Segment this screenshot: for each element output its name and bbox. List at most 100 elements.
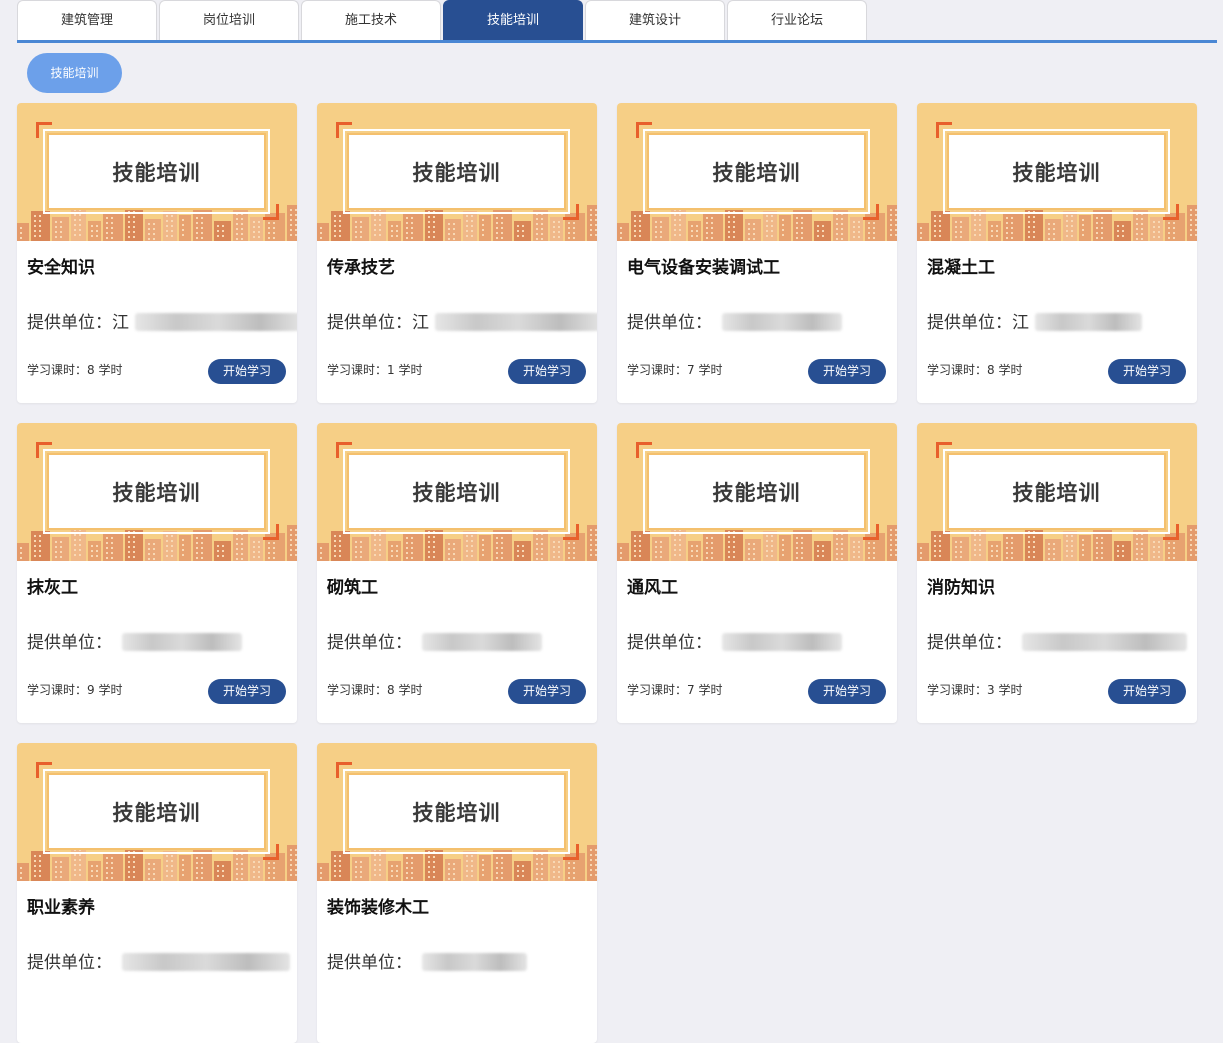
corner-decoration bbox=[263, 524, 279, 540]
course-card[interactable]: 技能培训 混凝土工 提供单位：江 学习课时：8 学时 开始学习 bbox=[917, 103, 1197, 403]
course-hours: 学习课时：7 学时 bbox=[627, 363, 723, 377]
course-title[interactable]: 消防知识 bbox=[927, 573, 995, 598]
banner-label-box: 技能培训 bbox=[947, 133, 1166, 210]
course-banner: 技能培训 bbox=[917, 103, 1197, 241]
redacted-provider-name bbox=[722, 633, 842, 651]
course-title[interactable]: 通风工 bbox=[627, 573, 678, 598]
course-card[interactable]: 技能培训 消防知识 提供单位： 学习课时：3 学时 开始学习 bbox=[917, 423, 1197, 723]
corner-decoration bbox=[336, 122, 352, 138]
redacted-provider-name bbox=[1022, 633, 1187, 651]
redacted-provider-name bbox=[422, 953, 527, 971]
banner-text: 技能培训 bbox=[112, 160, 201, 185]
corner-decoration bbox=[863, 524, 879, 540]
start-learning-button[interactable]: 开始学习 bbox=[208, 679, 286, 704]
tab-building-management[interactable]: 建筑管理 bbox=[17, 0, 157, 40]
course-banner: 技能培训 bbox=[317, 103, 597, 241]
tab-architecture-design[interactable]: 建筑设计 bbox=[585, 0, 725, 40]
banner-text: 技能培训 bbox=[1012, 160, 1101, 185]
course-card[interactable]: 技能培训 传承技艺 提供单位：江 学习课时：1 学时 开始学习 bbox=[317, 103, 597, 403]
course-banner: 技能培训 bbox=[917, 423, 1197, 561]
corner-decoration bbox=[936, 442, 952, 458]
course-hours: 学习课时：9 学时 bbox=[27, 683, 123, 697]
redacted-provider-name bbox=[422, 633, 542, 651]
tab-construction-tech[interactable]: 施工技术 bbox=[301, 0, 441, 40]
start-learning-button[interactable]: 开始学习 bbox=[1108, 679, 1186, 704]
course-hours: 学习课时：1 学时 bbox=[327, 363, 423, 377]
redacted-provider-name bbox=[722, 313, 842, 331]
banner-label-box: 技能培训 bbox=[347, 453, 566, 530]
course-title[interactable]: 砌筑工 bbox=[327, 573, 378, 598]
start-learning-button[interactable]: 开始学习 bbox=[508, 359, 586, 384]
course-hours: 学习课时：8 学时 bbox=[27, 363, 123, 377]
course-title[interactable]: 抹灰工 bbox=[27, 573, 78, 598]
course-card[interactable]: 技能培训 电气设备安装调试工 提供单位： 学习课时：7 学时 开始学习 bbox=[617, 103, 897, 403]
banner-label-box: 技能培训 bbox=[647, 133, 866, 210]
corner-decoration bbox=[1163, 524, 1179, 540]
banner-label-box: 技能培训 bbox=[947, 453, 1166, 530]
banner-text: 技能培训 bbox=[112, 480, 201, 505]
redacted-provider-name bbox=[435, 313, 597, 331]
course-hours: 学习课时：3 学时 bbox=[927, 683, 1023, 697]
corner-decoration bbox=[863, 204, 879, 220]
course-banner: 技能培训 bbox=[617, 423, 897, 561]
course-card[interactable]: 技能培训 职业素养 提供单位： bbox=[17, 743, 297, 1043]
corner-decoration bbox=[36, 442, 52, 458]
banner-label-box: 技能培训 bbox=[47, 133, 266, 210]
banner-label-box: 技能培训 bbox=[347, 773, 566, 850]
corner-decoration bbox=[36, 122, 52, 138]
course-title[interactable]: 混凝土工 bbox=[927, 253, 995, 278]
banner-label-box: 技能培训 bbox=[647, 453, 866, 530]
corner-decoration bbox=[636, 442, 652, 458]
banner-text: 技能培训 bbox=[712, 480, 801, 505]
category-tabs: 建筑管理 岗位培训 施工技术 技能培训 建筑设计 行业论坛 bbox=[17, 0, 1217, 43]
banner-label-box: 技能培训 bbox=[347, 133, 566, 210]
corner-decoration bbox=[563, 844, 579, 860]
course-banner: 技能培训 bbox=[17, 423, 297, 561]
course-title[interactable]: 传承技艺 bbox=[327, 253, 395, 278]
course-card[interactable]: 技能培训 砌筑工 提供单位： 学习课时：8 学时 开始学习 bbox=[317, 423, 597, 723]
corner-decoration bbox=[36, 762, 52, 778]
corner-decoration bbox=[263, 204, 279, 220]
course-card[interactable]: 技能培训 通风工 提供单位： 学习课时：7 学时 开始学习 bbox=[617, 423, 897, 723]
banner-text: 技能培训 bbox=[412, 160, 501, 185]
course-card[interactable]: 技能培训 安全知识 提供单位：江 学习课时：8 学时 开始学习 bbox=[17, 103, 297, 403]
start-learning-button[interactable]: 开始学习 bbox=[1108, 359, 1186, 384]
tab-industry-forum[interactable]: 行业论坛 bbox=[727, 0, 867, 40]
course-hours: 学习课时：8 学时 bbox=[327, 683, 423, 697]
tab-job-training[interactable]: 岗位培训 bbox=[159, 0, 299, 40]
course-banner: 技能培训 bbox=[17, 743, 297, 881]
banner-text: 技能培训 bbox=[412, 800, 501, 825]
tab-skill-training[interactable]: 技能培训 bbox=[443, 0, 583, 40]
corner-decoration bbox=[336, 442, 352, 458]
course-card[interactable]: 技能培训 抹灰工 提供单位： 学习课时：9 学时 开始学习 bbox=[17, 423, 297, 723]
course-title[interactable]: 电气设备安装调试工 bbox=[627, 253, 780, 278]
banner-text: 技能培训 bbox=[712, 160, 801, 185]
start-learning-button[interactable]: 开始学习 bbox=[208, 359, 286, 384]
start-learning-button[interactable]: 开始学习 bbox=[808, 359, 886, 384]
corner-decoration bbox=[336, 762, 352, 778]
redacted-provider-name bbox=[122, 633, 242, 651]
course-card[interactable]: 技能培训 装饰装修木工 提供单位： bbox=[317, 743, 597, 1043]
banner-label-box: 技能培训 bbox=[47, 453, 266, 530]
course-banner: 技能培训 bbox=[617, 103, 897, 241]
redacted-provider-name bbox=[122, 953, 290, 971]
banner-label-box: 技能培训 bbox=[47, 773, 266, 850]
banner-text: 技能培训 bbox=[1012, 480, 1101, 505]
corner-decoration bbox=[636, 122, 652, 138]
course-banner: 技能培训 bbox=[17, 103, 297, 241]
filter-pill-skill-training[interactable]: 技能培训 bbox=[27, 53, 122, 93]
corner-decoration bbox=[563, 204, 579, 220]
course-hours: 学习课时：7 学时 bbox=[627, 683, 723, 697]
start-learning-button[interactable]: 开始学习 bbox=[508, 679, 586, 704]
course-title[interactable]: 职业素养 bbox=[27, 893, 95, 918]
redacted-provider-name bbox=[1035, 313, 1142, 331]
course-title[interactable]: 装饰装修木工 bbox=[327, 893, 429, 918]
course-title[interactable]: 安全知识 bbox=[27, 253, 95, 278]
corner-decoration bbox=[563, 524, 579, 540]
course-hours: 学习课时：8 学时 bbox=[927, 363, 1023, 377]
banner-text: 技能培训 bbox=[412, 480, 501, 505]
course-banner: 技能培训 bbox=[317, 423, 597, 561]
start-learning-button[interactable]: 开始学习 bbox=[808, 679, 886, 704]
course-banner: 技能培训 bbox=[317, 743, 597, 881]
corner-decoration bbox=[936, 122, 952, 138]
